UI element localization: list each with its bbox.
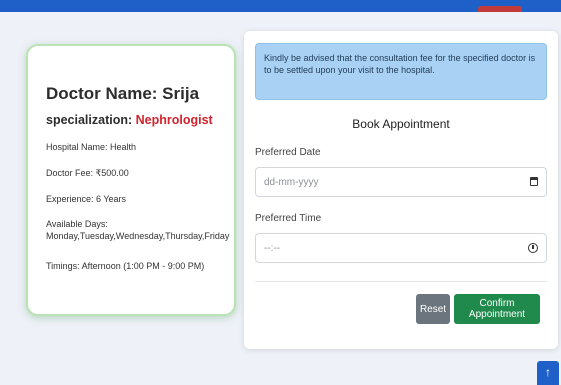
available-days-label: Available Days: — [46, 219, 108, 229]
date-placeholder: dd-mm-yyyy — [264, 177, 319, 188]
fee-notice-alert: Kindly be advised that the consultation … — [255, 43, 547, 100]
calendar-icon[interactable] — [530, 177, 538, 186]
navbar-button[interactable] — [478, 6, 522, 12]
time-label: Preferred Time — [255, 213, 322, 224]
preferred-date-input[interactable]: dd-mm-yyyy — [255, 167, 547, 197]
confirm-appointment-button[interactable]: Confirm Appointment — [454, 294, 540, 324]
top-navbar — [0, 0, 561, 12]
doctor-timings: Timings: Afternoon (1:00 PM - 9:00 PM) — [46, 261, 205, 271]
hospital-name: Hospital Name: Health — [46, 142, 137, 152]
available-days-value: Monday,Tuesday,Wednesday,Thursday,Friday — [46, 231, 230, 241]
doctor-specialization: specialization: Nephrologist — [46, 113, 213, 127]
doctor-experience: Experience: 6 Years — [46, 194, 127, 204]
booking-title: Book Appointment — [352, 117, 450, 131]
specialization-label: specialization: — [46, 113, 133, 127]
arrow-up-icon: ↑ — [545, 365, 551, 379]
doctor-info-card: Doctor Name: Srija specialization: Nephr… — [26, 44, 236, 316]
clock-icon[interactable] — [528, 243, 538, 253]
specialization-value: Nephrologist — [135, 113, 213, 127]
available-days: Available Days: Monday,Tuesday,Wednesday… — [46, 218, 229, 242]
reset-button[interactable]: Reset — [416, 294, 450, 324]
date-label: Preferred Date — [255, 147, 321, 158]
doctor-fee: Doctor Fee: ₹500.00 — [46, 168, 129, 178]
time-placeholder: --:-- — [264, 243, 281, 254]
preferred-time-input[interactable]: --:-- — [255, 233, 547, 263]
form-divider — [255, 281, 547, 282]
doctor-name: Doctor Name: Srija — [46, 84, 200, 103]
booking-form-card: Kindly be advised that the consultation … — [244, 31, 558, 349]
scroll-to-top-button[interactable]: ↑ — [537, 361, 559, 385]
